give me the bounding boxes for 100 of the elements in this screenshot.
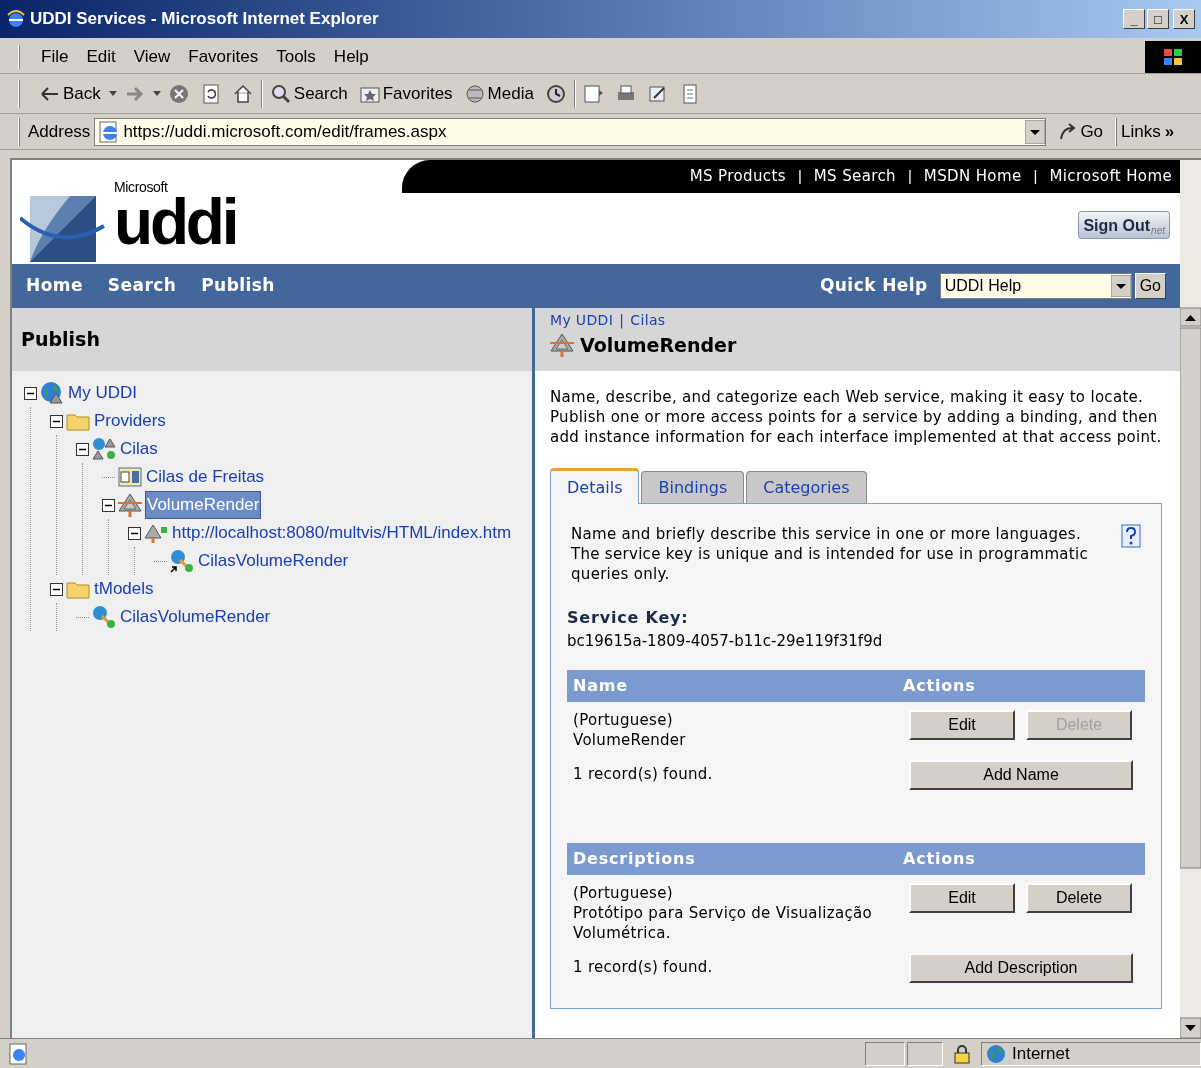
windows-logo-icon	[1162, 46, 1184, 67]
edit-button[interactable]: Edit	[909, 882, 1015, 913]
page-title: VolumeRender	[580, 333, 737, 358]
dropdown-arrow-icon	[1025, 119, 1046, 144]
menu-item[interactable]: Tools	[267, 43, 325, 70]
status-pane	[907, 1041, 943, 1066]
entry-text: VolumeRender	[573, 729, 687, 750]
tab[interactable]: Bindings	[641, 471, 745, 503]
tmodel-shortcut-icon	[170, 549, 194, 573]
security-zone: Internet	[1012, 1042, 1070, 1065]
breadcrumb-separator: |	[619, 311, 625, 331]
tmodel-icon	[92, 605, 116, 629]
collapse-icon[interactable]	[76, 442, 89, 456]
column-header: Name	[572, 674, 629, 697]
brand-logo: uddi	[114, 194, 237, 252]
quick-help-select[interactable]: UDDI Help	[939, 273, 1132, 299]
browser-icon	[6, 9, 26, 29]
add-button[interactable]: Add Description	[909, 952, 1133, 983]
tab[interactable]: Details	[550, 468, 640, 504]
menu-item[interactable]: Edit	[77, 43, 125, 70]
tree-item[interactable]: Cilas de Freitas	[145, 464, 266, 490]
address-field[interactable]: https://uddi.microsoft.com/edit/frames.aspx	[94, 117, 1047, 146]
close-button[interactable]: X	[1173, 9, 1195, 29]
record-count: 1 record(s) found.	[572, 957, 714, 979]
entry-text: Protótipo para Serviço de Visualização Volumétrica.	[573, 902, 873, 943]
link-separator: |	[907, 166, 912, 187]
dropdown-caret-icon	[108, 90, 117, 97]
brand-small: Microsoft	[114, 180, 169, 195]
globe-icon	[40, 381, 64, 405]
menu-item[interactable]: File	[32, 43, 78, 70]
nav-link[interactable]: Publish	[201, 273, 275, 299]
link-separator: |	[797, 166, 802, 187]
language-label: (Portuguese)	[573, 882, 674, 903]
breadcrumb-link[interactable]: My UDDI	[550, 310, 614, 331]
edit-button[interactable]: Edit	[909, 709, 1015, 740]
header-link[interactable]: MS Products	[689, 165, 786, 188]
header-link[interactable]: Microsoft Home	[1049, 165, 1172, 188]
dropdown-arrow-icon	[1110, 275, 1131, 297]
stop-icon	[168, 83, 189, 104]
delete-button[interactable]: Delete	[1026, 882, 1132, 913]
nav-link[interactable]: Home	[26, 273, 83, 299]
collapse-icon[interactable]	[50, 582, 63, 596]
panel-text: Name and briefly describe this service in one or more languages. The service key is unique and is intended for use in programmatic queries only.	[571, 524, 1089, 584]
column-header: Actions	[903, 674, 976, 697]
contact-card-icon	[118, 465, 142, 489]
column-header: Descriptions	[572, 847, 697, 870]
maximize-button[interactable]: □	[1147, 9, 1169, 29]
toolbar-button[interactable]: Media	[460, 77, 538, 110]
minimize-button[interactable]: _	[1123, 9, 1145, 29]
nav-link[interactable]: Search	[107, 273, 177, 299]
intro-text: Name, describe, and categorize each Web service, making it easy to locate. Publish one or more access points for a service by adding a binding, and then add instance information for each interface implemented at that access point.	[550, 387, 1162, 447]
tab[interactable]: Categories	[746, 471, 867, 503]
toolbar-button[interactable]: Favorites	[355, 77, 457, 110]
collapse-icon[interactable]	[24, 386, 37, 400]
clock-icon	[545, 83, 566, 104]
service-icon	[550, 333, 574, 358]
window-title: UDDI Services - Microsoft Internet Explorer	[30, 8, 379, 31]
go-button[interactable]: Go	[1050, 118, 1112, 145]
service-key-value: bc19615a-1809-4057-b11c-29e119f31f9d	[567, 631, 884, 652]
address-label: Address	[28, 120, 91, 143]
tree-item[interactable]: My UDDI	[67, 380, 138, 406]
more-chevron[interactable]: »	[1164, 118, 1175, 145]
tree-item[interactable]: Cilas	[119, 436, 159, 462]
status-pane	[865, 1041, 905, 1066]
help-icon[interactable]	[1121, 524, 1141, 548]
record-count: 1 record(s) found.	[572, 764, 714, 786]
provider-icon	[92, 437, 116, 461]
language-label: (Portuguese)	[573, 709, 674, 730]
tree-item[interactable]: CilasVolumeRender	[197, 548, 350, 574]
collapse-icon[interactable]	[102, 498, 115, 512]
home-icon	[232, 83, 253, 104]
collapse-icon[interactable]	[50, 414, 63, 428]
toolbar-button[interactable]: Back	[36, 77, 105, 110]
document-edit-icon	[647, 83, 668, 104]
tree-item[interactable]: http://localhost:8080/multvis/HTML/index.htm	[171, 520, 513, 546]
globe-icon	[986, 1043, 1006, 1064]
breadcrumb-link[interactable]: Cilas	[630, 310, 666, 331]
service-key-label: Service Key:	[567, 607, 690, 629]
toolbar-button[interactable]: Search	[266, 77, 352, 110]
menu-item[interactable]: Help	[324, 43, 378, 70]
service-icon	[118, 493, 142, 517]
tree-item[interactable]: CilasVolumeRender	[119, 604, 272, 630]
go-button[interactable]: Go	[1134, 273, 1166, 299]
quick-help-label: Quick Help	[819, 274, 928, 298]
dropdown-caret-icon	[152, 90, 161, 97]
page-icon	[8, 1042, 30, 1065]
column-header: Actions	[903, 847, 976, 870]
add-button[interactable]: Add Name	[909, 759, 1133, 790]
link-separator: |	[1033, 166, 1038, 187]
menu-item[interactable]: View	[124, 43, 180, 70]
header-link[interactable]: MSDN Home	[923, 165, 1022, 188]
menu-item[interactable]: Favorites	[179, 43, 268, 70]
tree-item[interactable]: tModels	[93, 576, 155, 602]
links-button[interactable]: Links	[1121, 118, 1161, 145]
padlock-icon	[954, 1043, 970, 1064]
tree-item[interactable]: Providers	[93, 408, 167, 434]
refresh-icon	[200, 83, 221, 104]
collapse-icon[interactable]	[128, 526, 141, 540]
pane-title: Publish	[21, 327, 100, 353]
header-link[interactable]: MS Search	[813, 165, 896, 188]
